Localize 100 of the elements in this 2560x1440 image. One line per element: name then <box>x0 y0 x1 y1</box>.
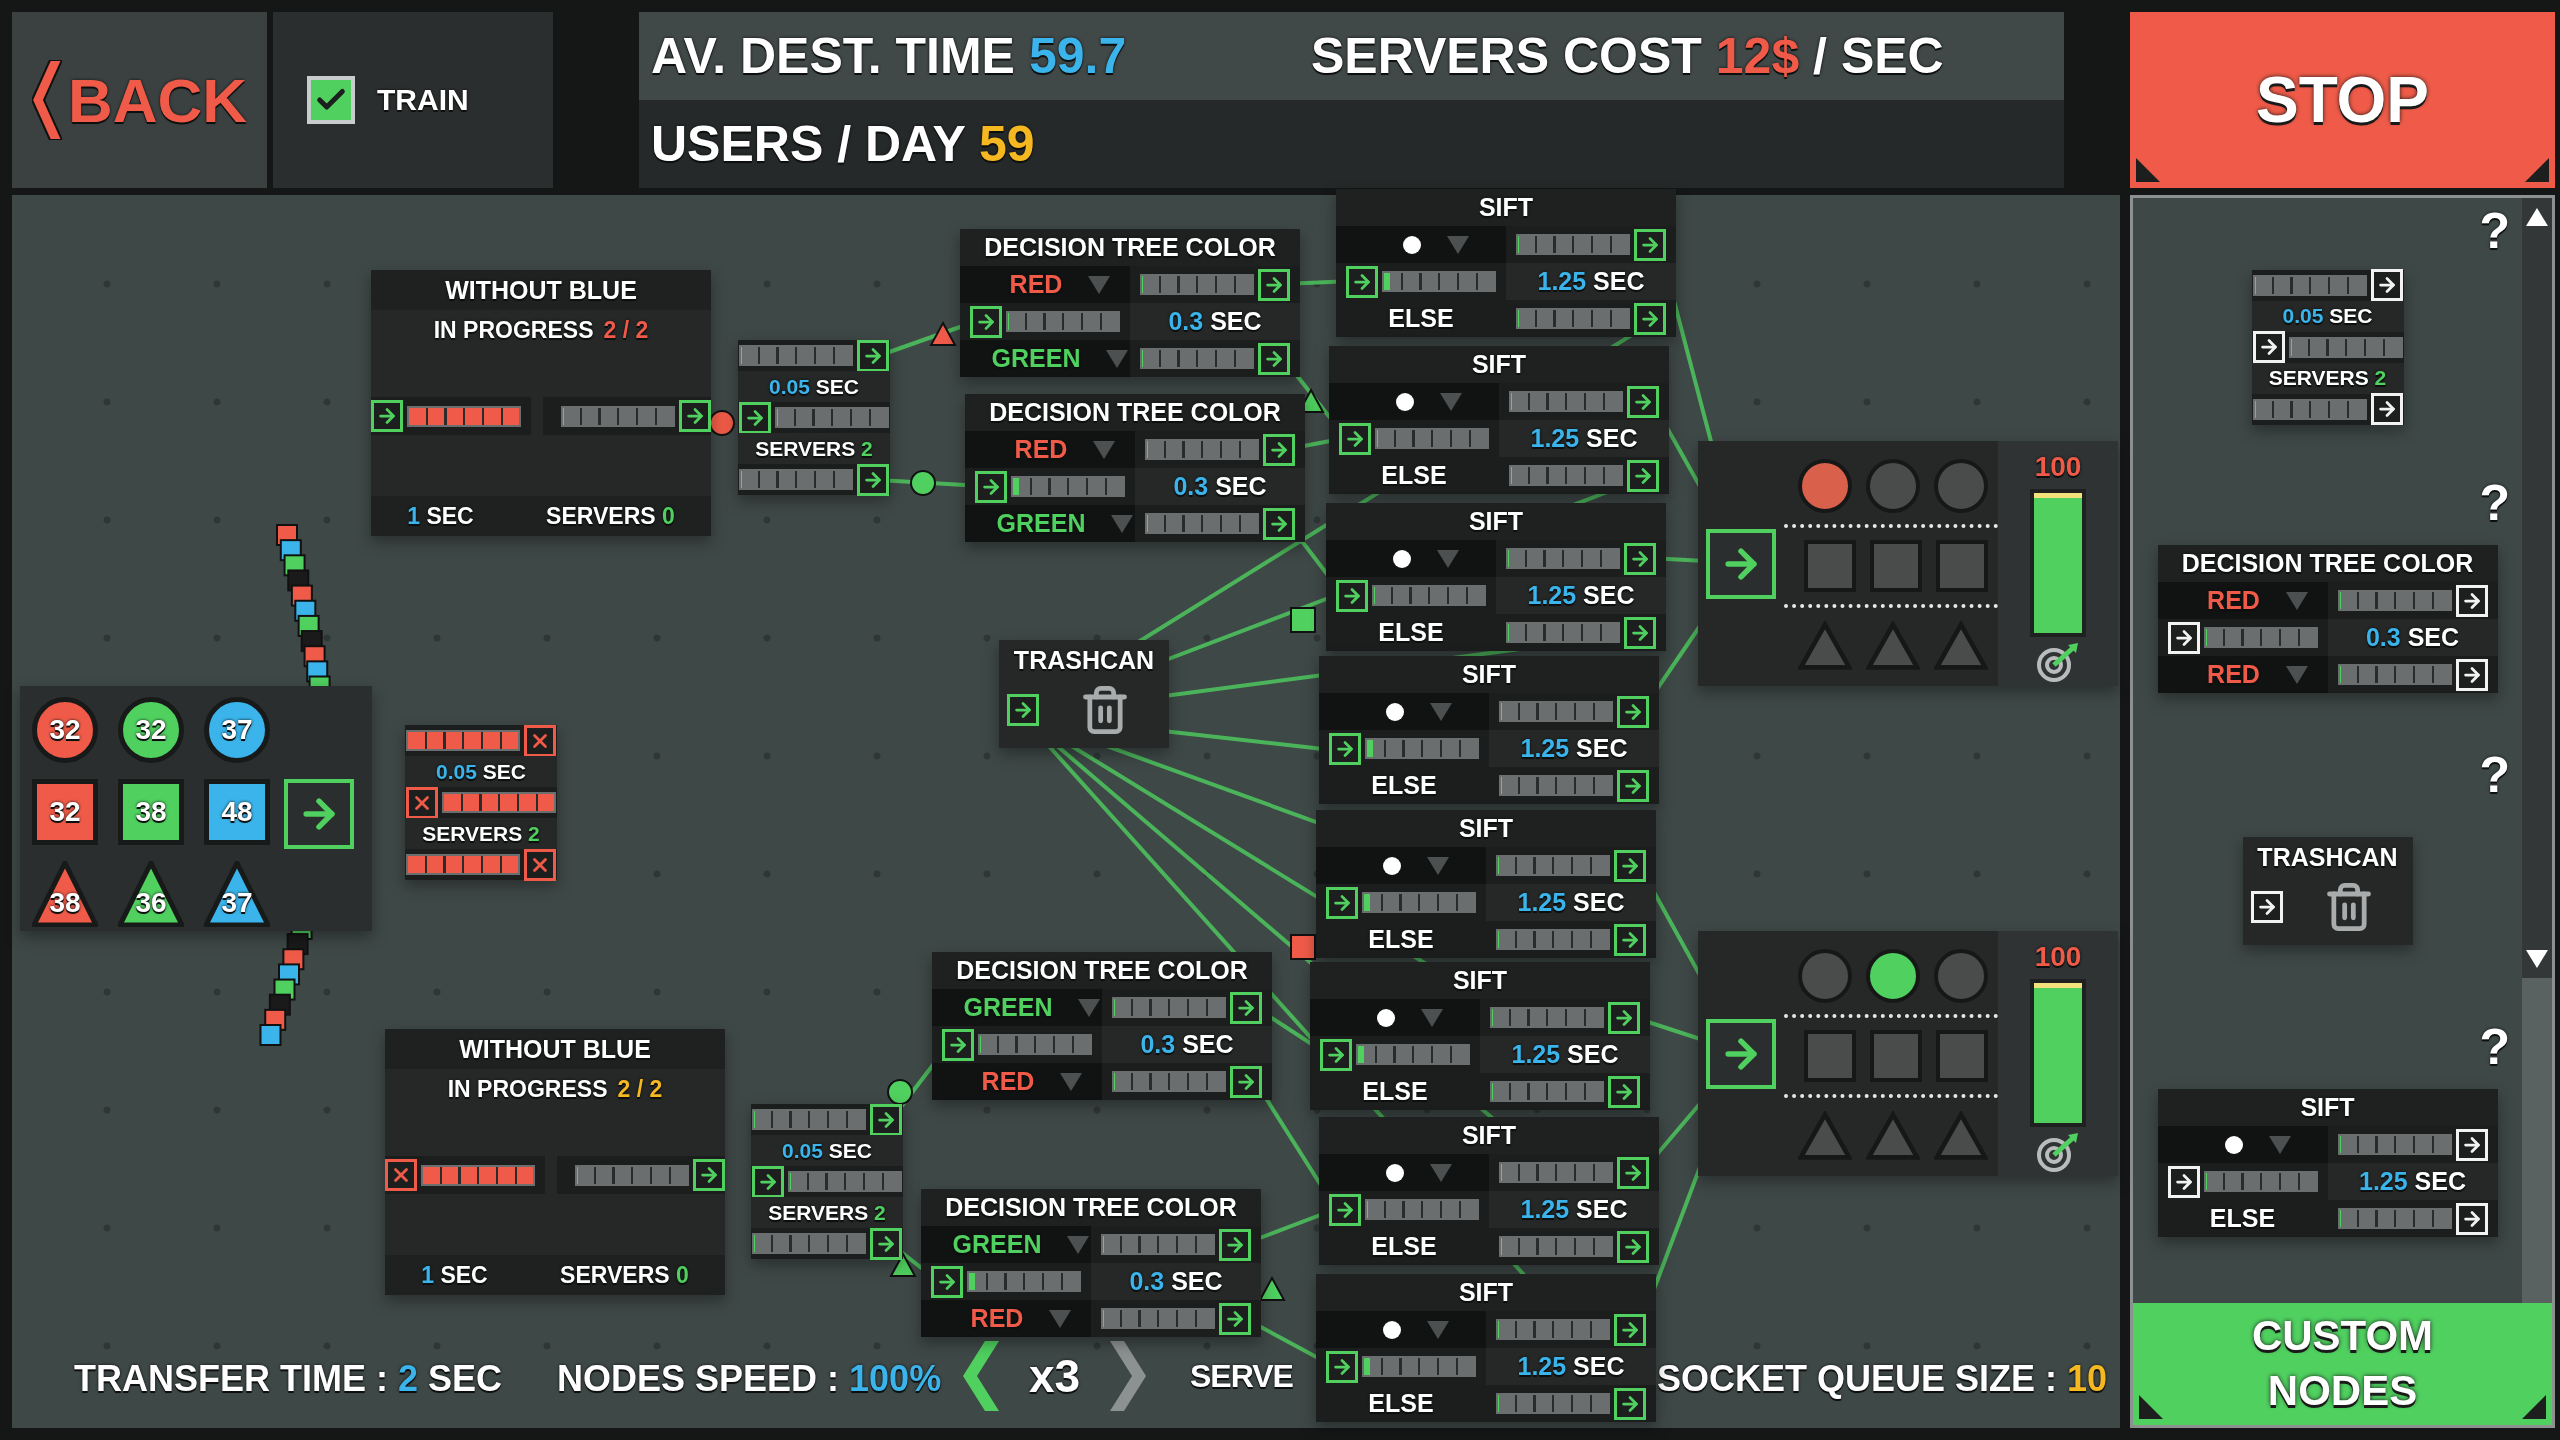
input-port[interactable] <box>1329 1193 1361 1226</box>
output-port[interactable] <box>1617 695 1649 728</box>
output-port[interactable] <box>1627 385 1659 418</box>
input-port[interactable] <box>1326 1350 1358 1383</box>
shape-dropdown[interactable] <box>1326 540 1496 577</box>
output-port[interactable] <box>1258 268 1290 301</box>
output-port[interactable] <box>693 1159 725 1191</box>
input-port[interactable] <box>752 1165 784 1198</box>
output-port[interactable] <box>1617 1156 1649 1189</box>
input-port[interactable] <box>1329 732 1361 765</box>
output-port[interactable] <box>1230 1065 1262 1098</box>
input-port[interactable] <box>1706 1018 1776 1089</box>
color-dropdown[interactable]: GREEN <box>965 505 1135 542</box>
color-dropdown[interactable]: GREEN <box>921 1226 1091 1263</box>
input-port[interactable] <box>975 470 1007 503</box>
input-port[interactable] <box>1336 579 1368 612</box>
output-port[interactable] <box>1614 1313 1646 1346</box>
send-button[interactable] <box>284 778 354 849</box>
input-port[interactable] <box>406 786 438 819</box>
shape-dropdown[interactable] <box>1319 1154 1489 1191</box>
help-button[interactable]: ? <box>2479 478 2510 528</box>
output-port[interactable] <box>1258 342 1290 375</box>
shape-dropdown[interactable] <box>1336 226 1506 263</box>
color-dropdown[interactable]: RED <box>2157 582 2328 619</box>
back-button[interactable]: BACK <box>12 12 267 188</box>
output-port[interactable] <box>1608 1001 1640 1034</box>
input-port[interactable] <box>1706 528 1776 599</box>
input-port[interactable] <box>1326 886 1358 919</box>
output-port[interactable] <box>1624 616 1656 649</box>
output-port[interactable] <box>1627 459 1659 492</box>
output-port[interactable] <box>679 400 711 432</box>
input-port[interactable] <box>1339 422 1371 455</box>
chevron-left-icon <box>31 60 62 140</box>
shape-dropdown[interactable] <box>1329 383 1499 420</box>
color-dropdown[interactable]: GREEN <box>960 340 1130 377</box>
square-token: 48 <box>204 778 270 845</box>
shape-dropdown[interactable] <box>2157 1126 2328 1163</box>
node-title: WITHOUT BLUE <box>385 1029 725 1069</box>
output-port[interactable] <box>857 463 889 496</box>
output-port[interactable] <box>870 1103 902 1136</box>
output-port[interactable] <box>1617 769 1649 802</box>
output-port[interactable] <box>1624 542 1656 575</box>
input-port[interactable] <box>970 305 1002 338</box>
help-button[interactable]: ? <box>2479 206 2510 256</box>
output-port[interactable] <box>1634 228 1666 261</box>
output-port[interactable] <box>857 339 889 372</box>
output-port[interactable] <box>1608 1075 1640 1108</box>
servers-label: SERVERS 2 <box>422 821 540 846</box>
shape-dropdown[interactable] <box>1316 847 1486 884</box>
caret-icon <box>1049 1309 1072 1328</box>
triangle-marker <box>889 1251 917 1277</box>
input-port[interactable] <box>931 1265 963 1298</box>
output-port[interactable] <box>1219 1228 1251 1261</box>
help-button[interactable]: ? <box>2479 750 2510 800</box>
else-label: ELSE <box>1329 457 1499 494</box>
shape-dropdown[interactable] <box>1310 999 1480 1036</box>
color-dropdown[interactable]: RED <box>2157 656 2328 693</box>
dot-icon <box>1386 702 1404 721</box>
node-title: SIFT <box>1326 503 1666 540</box>
train-checkbox[interactable] <box>307 76 355 124</box>
node-title: SIFT <box>1316 810 1656 847</box>
time-label: 1 SEC <box>421 1261 488 1289</box>
output-port[interactable] <box>1219 1302 1251 1335</box>
scrollbar[interactable] <box>2522 198 2552 1303</box>
output-port[interactable] <box>1263 433 1295 466</box>
scroll-down-button[interactable] <box>2526 950 2548 968</box>
node-title: WITHOUT BLUE <box>371 270 711 310</box>
help-button[interactable]: ? <box>2479 1022 2510 1072</box>
input-port[interactable] <box>385 1159 417 1191</box>
input-port[interactable] <box>1346 265 1378 298</box>
shape-dropdown[interactable] <box>1316 1311 1486 1348</box>
shape-dropdown[interactable] <box>1319 693 1489 730</box>
input-port[interactable] <box>1320 1038 1352 1071</box>
triangle-token: 36 <box>118 860 184 927</box>
else-label: ELSE <box>1310 1073 1480 1110</box>
stop-button[interactable]: STOP <box>2130 12 2555 188</box>
square-token: 38 <box>118 778 184 845</box>
output-port[interactable] <box>1230 991 1262 1024</box>
color-dropdown[interactable]: RED <box>921 1300 1091 1337</box>
previous-speed-button[interactable] <box>963 1341 999 1411</box>
dot-icon <box>1383 1320 1401 1339</box>
input-port[interactable] <box>739 401 771 434</box>
output-port[interactable] <box>1614 849 1646 882</box>
square-marker <box>1290 607 1316 633</box>
color-dropdown[interactable]: RED <box>965 431 1135 468</box>
color-dropdown[interactable]: RED <box>960 266 1130 303</box>
input-port[interactable] <box>942 1028 974 1061</box>
node-title: SIFT <box>1329 346 1669 383</box>
caret-icon <box>1427 856 1449 875</box>
input-port[interactable] <box>1007 694 1039 726</box>
output-port[interactable] <box>1634 302 1666 335</box>
output-port[interactable] <box>1614 1387 1646 1420</box>
scroll-up-button[interactable] <box>2526 208 2548 226</box>
output-port[interactable] <box>870 1227 902 1260</box>
color-dropdown[interactable]: GREEN <box>932 989 1102 1026</box>
output-port[interactable] <box>1617 1230 1649 1263</box>
color-dropdown[interactable]: RED <box>932 1063 1102 1100</box>
output-port[interactable] <box>1614 923 1646 956</box>
input-port[interactable] <box>371 400 403 432</box>
output-port[interactable] <box>1263 507 1295 540</box>
